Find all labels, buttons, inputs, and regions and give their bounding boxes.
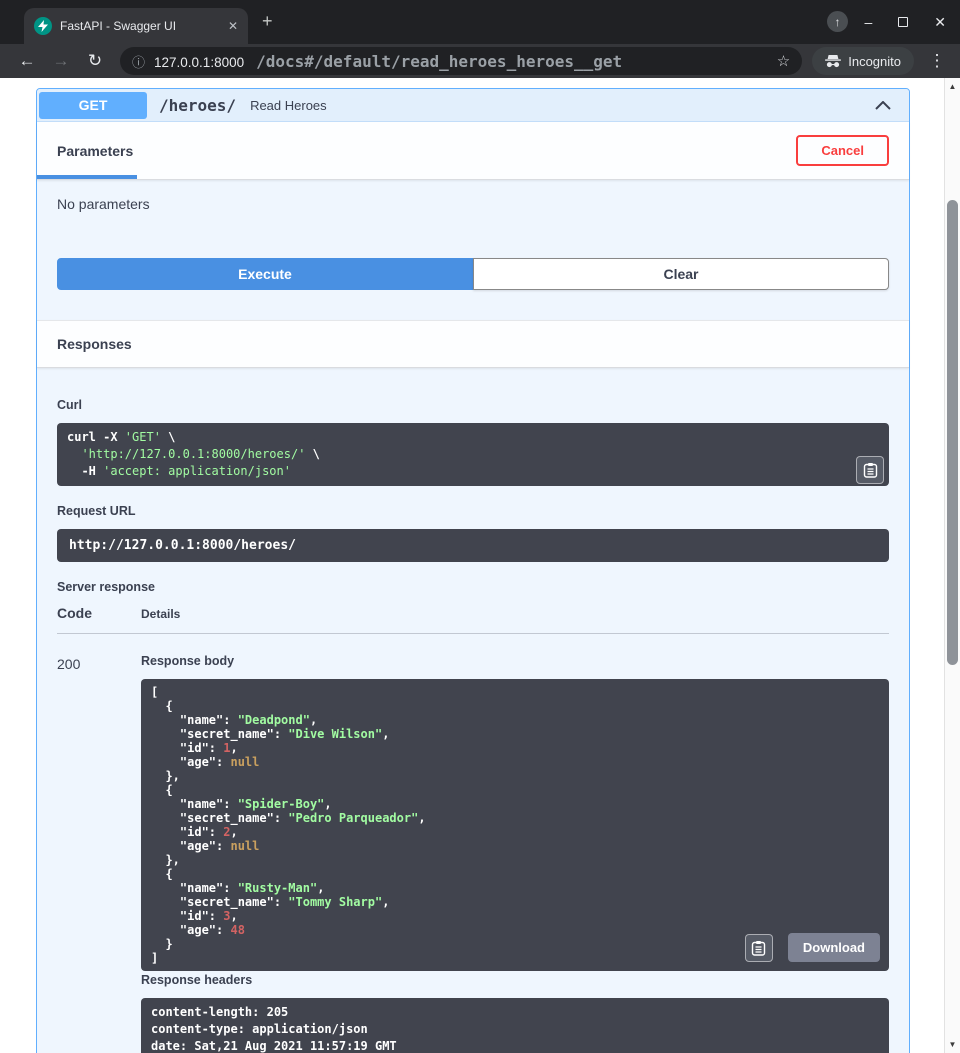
response-details: Response body [ { "name": "Deadpond", "s… (141, 652, 889, 1053)
scroll-down-icon[interactable]: ▼ (945, 1040, 960, 1049)
browser-tab[interactable]: FastAPI - Swagger UI ✕ (24, 8, 248, 44)
collapse-chevron-icon[interactable] (875, 101, 891, 110)
menu-icon[interactable]: ⋮ (924, 51, 950, 71)
incognito-badge: Incognito (812, 47, 914, 75)
execute-row: Execute Clear (37, 258, 909, 290)
clear-button[interactable]: Clear (473, 258, 889, 290)
response-headers-block: content-length: 205content-type: applica… (141, 998, 889, 1053)
response-body-label: Response body (141, 654, 889, 668)
scroll-up-icon[interactable]: ▲ (945, 82, 960, 91)
url-path: /docs#/default/read_heroes_heroes__get (256, 52, 622, 71)
responses-header: Responses (37, 320, 909, 368)
browser-titlebar: FastAPI - Swagger UI ✕ + ↑ – ✕ (0, 0, 960, 44)
new-tab-button[interactable]: + (262, 11, 273, 32)
parameters-title: Parameters (57, 143, 133, 159)
tab-close-icon[interactable]: ✕ (228, 19, 238, 33)
incognito-icon (825, 55, 841, 68)
minimize-button[interactable]: – (864, 14, 872, 30)
code-column-header: Code (57, 605, 141, 621)
copy-curl-button[interactable] (856, 456, 884, 484)
active-tab-indicator (37, 175, 137, 179)
status-code: 200 (57, 652, 141, 1053)
response-body-block: [ { "name": "Deadpond", "secret_name": "… (141, 679, 889, 971)
method-badge: GET (39, 92, 147, 119)
responses-table: Code Details 200 Response body [ { "name… (57, 605, 889, 1053)
curl-command: curl -X 'GET' \ 'http://127.0.0.1:8000/h… (67, 429, 879, 480)
tab-title: FastAPI - Swagger UI (60, 19, 220, 33)
back-button[interactable]: ← (14, 51, 40, 71)
copy-response-button[interactable] (745, 934, 773, 962)
reload-button[interactable]: ↻ (82, 51, 108, 71)
fastapi-favicon-icon (34, 17, 52, 35)
page-content: GET /heroes/ Read Heroes Parameters Canc… (0, 78, 944, 1053)
response-body-json: [ { "name": "Deadpond", "secret_name": "… (151, 685, 879, 965)
window-controls: – ✕ (864, 0, 946, 44)
parameters-header: Parameters Cancel (37, 122, 909, 180)
response-row-200: 200 Response body [ { "name": "Deadpond"… (57, 634, 889, 1053)
curl-label: Curl (57, 398, 889, 412)
window-close-button[interactable]: ✕ (934, 14, 946, 31)
no-parameters-text: No parameters (37, 180, 909, 212)
site-info-icon[interactable]: ⓘ (132, 52, 145, 71)
opblock-summary[interactable]: GET /heroes/ Read Heroes (37, 89, 909, 122)
opblock-get-heroes: GET /heroes/ Read Heroes Parameters Canc… (36, 88, 910, 1053)
execute-button[interactable]: Execute (57, 258, 473, 290)
address-bar[interactable]: ⓘ 127.0.0.1:8000/docs#/default/read_hero… (120, 47, 802, 75)
details-column-header: Details (141, 607, 889, 621)
scrollbar[interactable]: ▲ ▼ (944, 78, 960, 1053)
browser-navbar: ← → ↻ ⓘ 127.0.0.1:8000/docs#/default/rea… (0, 44, 960, 78)
browser-update-icon[interactable]: ↑ (827, 11, 848, 32)
scrollbar-thumb[interactable] (947, 200, 958, 665)
url-host: 127.0.0.1:8000 (154, 55, 244, 70)
incognito-label: Incognito (848, 54, 901, 69)
request-url-label: Request URL (57, 504, 889, 518)
response-body-controls: Download (745, 933, 880, 962)
download-button[interactable]: Download (788, 933, 880, 962)
maximize-button[interactable] (898, 17, 908, 27)
responses-section: Curl curl -X 'GET' \ 'http://127.0.0.1:8… (37, 368, 909, 1053)
responses-title: Responses (57, 336, 132, 352)
url-text: 127.0.0.1:8000/docs#/default/read_heroes… (154, 52, 622, 71)
responses-table-header: Code Details (57, 605, 889, 634)
bookmark-star-icon[interactable]: ☆ (777, 52, 790, 70)
server-response-label: Server response (57, 580, 889, 594)
request-url-value: http://127.0.0.1:8000/heroes/ (57, 529, 889, 562)
endpoint-summary: Read Heroes (250, 98, 327, 113)
curl-block: curl -X 'GET' \ 'http://127.0.0.1:8000/h… (57, 423, 889, 486)
forward-button[interactable]: → (48, 51, 74, 71)
cancel-button[interactable]: Cancel (796, 135, 889, 166)
response-headers-label: Response headers (141, 973, 889, 987)
endpoint-path: /heroes/ (159, 96, 236, 115)
response-headers: content-length: 205content-type: applica… (151, 1004, 879, 1053)
